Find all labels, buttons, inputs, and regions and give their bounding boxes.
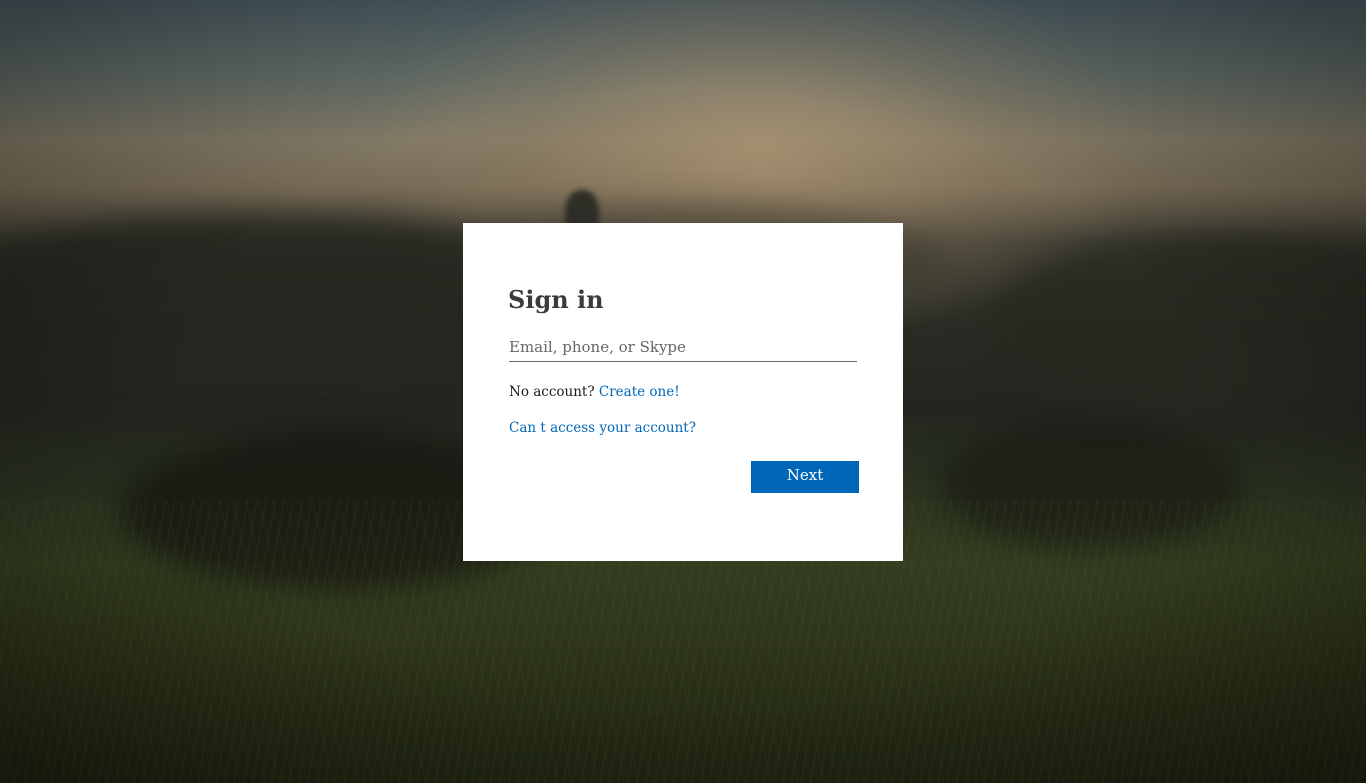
email-phone-skype-input[interactable]	[509, 333, 857, 362]
no-account-row: No account? Create one!	[509, 384, 680, 400]
cant-access-account-link[interactable]: Can t access your account?	[509, 420, 696, 436]
no-account-label: No account?	[509, 384, 595, 400]
cant-access-row: Can t access your account?	[509, 420, 696, 436]
signin-title: Sign in	[508, 285, 604, 314]
signin-card: Sign in No account? Create one! Can t ac…	[463, 223, 903, 561]
create-account-link[interactable]: Create one!	[599, 384, 680, 400]
next-button[interactable]: Next	[751, 461, 859, 493]
